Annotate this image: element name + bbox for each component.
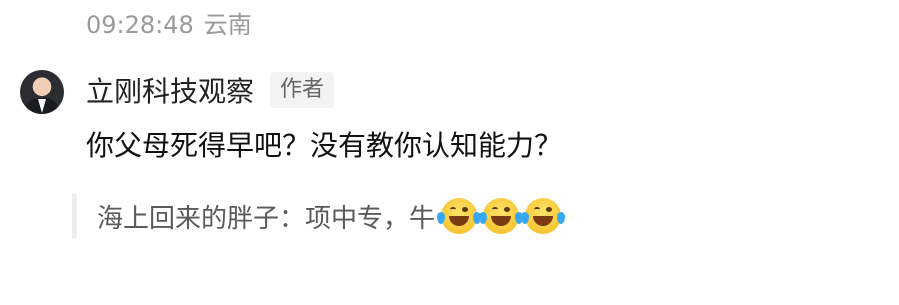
quoted-reply-text: 海上回来的胖子：项中专，牛: [97, 203, 436, 234]
author-badge: 作者: [270, 72, 335, 108]
crying-laughing-icon: [479, 198, 524, 234]
quoted-reply[interactable]: 海上回来的胖子：项中专，牛: [72, 194, 566, 238]
location-text: 云南: [203, 11, 252, 39]
author-name[interactable]: 立刚科技观察: [86, 70, 254, 110]
time-text: 09:28:48: [86, 11, 194, 39]
avatar[interactable]: [20, 70, 64, 114]
comment-text: 你父母死得早吧？没有教你认知能力？: [86, 129, 563, 162]
comment-timestamp: 09:28:48 云南: [86, 10, 252, 40]
author-row: 立刚科技观察 作者: [86, 70, 335, 110]
crying-laughing-icon: [521, 198, 566, 234]
crying-laughing-icon: [437, 198, 482, 234]
